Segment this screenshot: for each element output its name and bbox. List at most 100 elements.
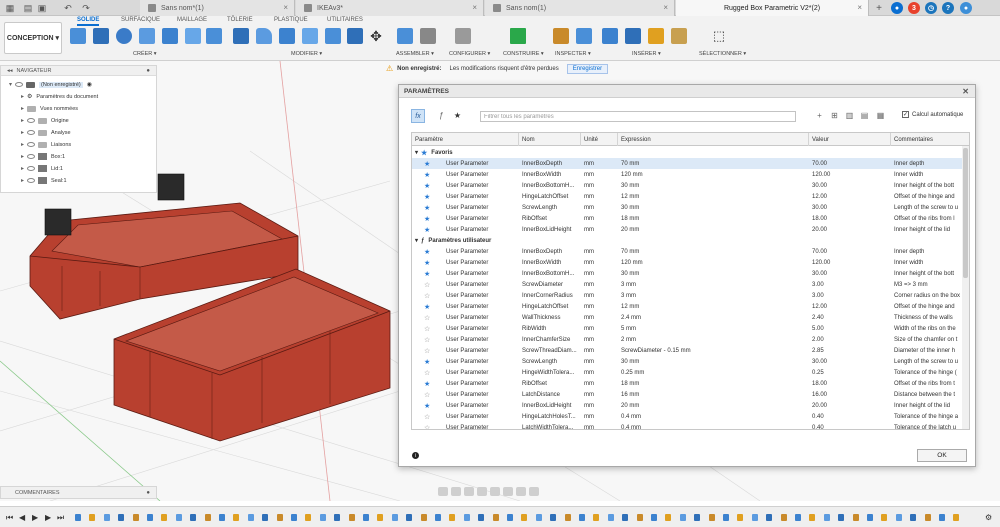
timeline-track[interactable] xyxy=(75,512,970,523)
tab-tolerie[interactable]: TÔLERIE xyxy=(227,17,253,23)
cell-name[interactable]: InnerBoxBottomH... xyxy=(522,268,580,279)
cell-expr[interactable]: 3 mm xyxy=(621,279,807,290)
favorite-star-icon[interactable]: ☆ xyxy=(424,323,434,334)
close-icon[interactable]: × xyxy=(472,3,477,12)
tab-solide[interactable]: SOLIDE xyxy=(77,17,100,26)
table-row[interactable]: ★ User Parameter InnerBoxDepth mm 70 mm 70.00… xyxy=(412,158,964,169)
table-row[interactable]: ★ User Parameter ScrewLength mm 30 mm 30.00 Le… xyxy=(412,202,964,213)
favorite-star-icon[interactable]: ☆ xyxy=(424,389,434,400)
cell-name[interactable]: ScrewThreadDiam... xyxy=(522,345,580,356)
close-icon[interactable]: × xyxy=(663,3,668,12)
favorite-star-icon[interactable]: ☆ xyxy=(424,411,434,422)
cell-name[interactable]: RibOffset xyxy=(522,213,580,224)
tab-plastique[interactable]: PLASTIQUE xyxy=(274,17,308,23)
pattern-icon[interactable] xyxy=(206,28,222,44)
tree-item-analysis[interactable]: ▸ Analyse xyxy=(21,127,71,138)
timeline-feature[interactable] xyxy=(838,514,845,521)
timeline-feature[interactable] xyxy=(564,514,571,521)
table-row[interactable]: ★ User Parameter InnerBoxBottomH... mm 30 mm… xyxy=(412,180,964,191)
timeline-feature[interactable] xyxy=(766,514,773,521)
play-icon[interactable]: ▶ xyxy=(32,513,38,522)
cell-name[interactable]: LatchDistance xyxy=(522,389,580,400)
group-configurer[interactable]: CONFIGURER ▾ xyxy=(449,51,490,57)
cell-name[interactable]: WallThickness xyxy=(522,312,580,323)
timeline-feature[interactable] xyxy=(751,514,758,521)
timeline-feature[interactable] xyxy=(550,514,557,521)
favorites-filter-icon[interactable]: ★ xyxy=(453,111,462,120)
timeline-feature[interactable] xyxy=(435,514,441,521)
timeline-feature[interactable] xyxy=(233,514,240,521)
sweep-icon[interactable] xyxy=(162,28,178,44)
cell-comment[interactable]: Distance between the t xyxy=(894,389,964,400)
timeline-feature[interactable] xyxy=(593,514,600,521)
info-icon[interactable]: i xyxy=(412,452,419,459)
timeline-feature[interactable] xyxy=(507,514,513,521)
timeline-feature[interactable] xyxy=(463,514,470,521)
dialog-titlebar[interactable]: PARAMÈTRES ✕ xyxy=(399,85,975,98)
new-component-icon[interactable] xyxy=(397,28,413,44)
table-row[interactable]: ☆ User Parameter LatchWidthTolera... mm 0.4 … xyxy=(412,422,964,430)
cell-expr[interactable]: 20 mm xyxy=(621,400,807,411)
favorite-star-icon[interactable]: ★ xyxy=(424,202,434,213)
tab-maillage[interactable]: MAILLAGE xyxy=(177,17,207,23)
cell-comment[interactable]: Tolerance of the hinge a xyxy=(894,411,964,422)
timeline-feature[interactable] xyxy=(895,514,902,521)
cell-expr[interactable]: 2.4 mm xyxy=(621,312,807,323)
timeline-feature[interactable] xyxy=(190,514,197,521)
scrollbar-thumb[interactable] xyxy=(963,148,968,278)
favorite-star-icon[interactable]: ☆ xyxy=(424,345,434,356)
fit-icon[interactable] xyxy=(490,487,500,496)
cell-expr[interactable]: 20 mm xyxy=(621,224,807,235)
timeline-feature[interactable] xyxy=(89,514,96,521)
timeline-feature[interactable] xyxy=(291,514,297,521)
expand-icon[interactable]: ▾ xyxy=(415,237,418,244)
cell-name[interactable]: LatchWidthTolera... xyxy=(522,422,580,430)
cell-name[interactable]: InnerCornerRadius xyxy=(522,290,580,301)
timeline-feature[interactable] xyxy=(809,514,816,521)
timeline-feature[interactable] xyxy=(852,514,859,521)
pan-icon[interactable] xyxy=(464,487,474,496)
table-row[interactable]: ☆ User Parameter RibWidth mm 5 mm 5.00 Width o… xyxy=(412,323,964,334)
orbit-icon[interactable] xyxy=(438,487,448,496)
timeline-feature[interactable] xyxy=(521,514,528,521)
joint-icon[interactable] xyxy=(420,28,436,44)
go-to-end-icon[interactable]: ⏭ xyxy=(57,513,64,523)
cell-expr[interactable]: 12 mm xyxy=(621,301,807,312)
help-icon[interactable]: ? xyxy=(942,2,954,14)
timeline-feature[interactable] xyxy=(651,514,657,521)
table-row[interactable]: ☆ User Parameter WallThickness mm 2.4 mm 2.40… xyxy=(412,312,964,323)
group-inserer[interactable]: INSÉRER ▾ xyxy=(632,51,661,57)
cell-expr[interactable]: 70 mm xyxy=(621,246,807,257)
timeline-feature[interactable] xyxy=(708,514,715,521)
timeline-feature[interactable] xyxy=(723,514,729,521)
ok-button[interactable]: OK xyxy=(917,449,967,462)
group-selectionner[interactable]: SÉLECTIONNER ▾ xyxy=(699,51,746,57)
timeline-feature[interactable] xyxy=(910,514,917,521)
table-row[interactable]: ★ User Parameter InnerBoxWidth mm 120 mm 120.… xyxy=(412,257,964,268)
zoom-icon[interactable] xyxy=(477,487,487,496)
cell-name[interactable]: HingeWidthTolera... xyxy=(522,367,580,378)
timeline-feature[interactable] xyxy=(363,514,369,521)
favorite-star-icon[interactable]: ☆ xyxy=(424,279,434,290)
timeline-settings-icon[interactable]: ⚙ xyxy=(985,513,992,522)
cell-expr[interactable]: 120 mm xyxy=(621,169,807,180)
cell-name[interactable]: HingeLatchOffset xyxy=(522,191,580,202)
cell-name[interactable]: InnerBoxDepth xyxy=(522,158,580,169)
cell-expr[interactable]: 30 mm xyxy=(621,202,807,213)
import-icon[interactable]: ▤ xyxy=(860,111,869,120)
job-status-icon[interactable]: 3 xyxy=(908,2,920,14)
table-row[interactable]: ★ User Parameter RibOffset mm 18 mm 18.00 Offs… xyxy=(412,378,964,389)
cell-name[interactable]: InnerBoxLidHeight xyxy=(522,400,580,411)
doc-tab-active[interactable]: Rugged Box Parametric V2*(2) × xyxy=(676,0,869,16)
tree-item-origin[interactable]: ▸ Origine xyxy=(21,115,69,126)
combine-icon[interactable] xyxy=(325,28,341,44)
cell-expr[interactable]: 30 mm xyxy=(621,356,807,367)
file-icon[interactable]: ▤ xyxy=(22,2,34,14)
visibility-icon[interactable] xyxy=(27,142,35,147)
chamfer-icon[interactable] xyxy=(279,28,295,44)
cell-comment[interactable]: Inner depth xyxy=(894,246,964,257)
hole-icon[interactable] xyxy=(139,28,155,44)
extensions-icon[interactable]: ● xyxy=(891,2,903,14)
cell-comment[interactable]: Offset of the ribs from t xyxy=(894,378,964,389)
timeline-feature[interactable] xyxy=(823,514,830,521)
